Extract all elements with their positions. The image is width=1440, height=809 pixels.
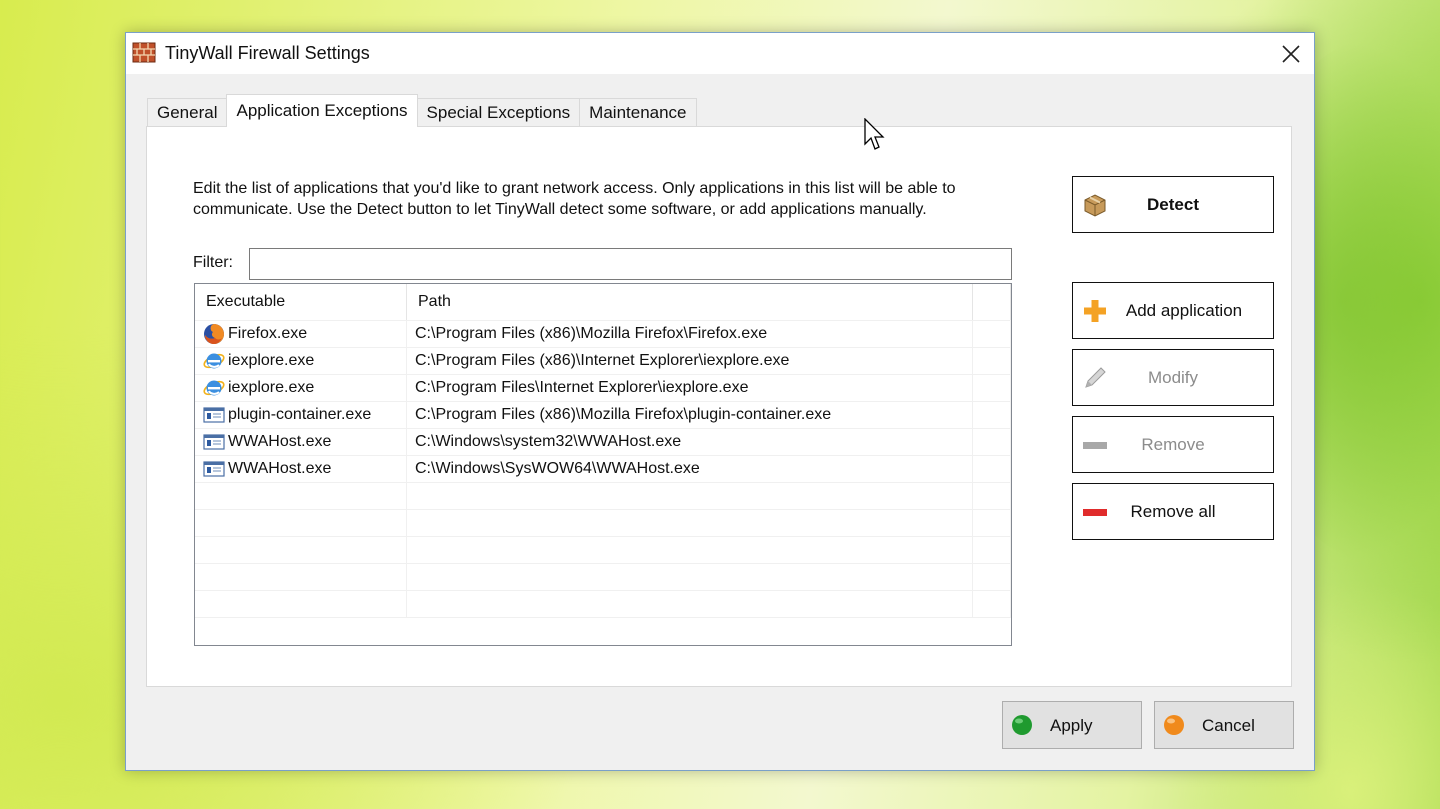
tab-special-exceptions[interactable]: Special Exceptions xyxy=(416,98,581,127)
mouse-cursor-icon xyxy=(864,118,885,150)
brick-wall-icon xyxy=(132,42,156,63)
filter-input[interactable] xyxy=(249,248,1012,280)
executable-name: WWAHost.exe xyxy=(228,460,332,477)
path-cell: C:\Program Files\Internet Explorer\iexpl… xyxy=(407,375,973,401)
description-text: Edit the list of applications that you'd… xyxy=(193,180,956,218)
list-header: Executable Path xyxy=(195,284,1011,321)
tab-application-exceptions[interactable]: Application Exceptions xyxy=(226,94,418,127)
application-icon xyxy=(203,461,225,477)
tab-panel: Edit the list of applications that you'd… xyxy=(146,126,1292,687)
tab-general[interactable]: General xyxy=(147,98,228,127)
executable-name: iexplore.exe xyxy=(228,379,315,396)
pencil-icon xyxy=(1085,367,1106,388)
empty-row xyxy=(195,591,1011,618)
internet-explorer-icon xyxy=(203,380,225,396)
column-header-executable[interactable]: Executable xyxy=(195,284,407,320)
window-title: TinyWall Firewall Settings xyxy=(165,43,370,63)
orange-circle-icon xyxy=(1164,715,1184,735)
plus-icon xyxy=(1084,300,1106,322)
table-row[interactable]: plugin-container.exe C:\Program Files (x… xyxy=(195,402,1011,429)
red-minus-icon xyxy=(1083,509,1107,516)
executable-name: Firefox.exe xyxy=(228,325,308,342)
table-row[interactable]: WWAHost.exe C:\Windows\SysWOW64\WWAHost.… xyxy=(195,456,1011,483)
settings-window: TinyWall Firewall Settings General Appli… xyxy=(125,32,1315,771)
tab-strip: General Application Exceptions Special E… xyxy=(147,94,697,127)
table-row[interactable]: Firefox.exe C:\Program Files (x86)\Mozil… xyxy=(195,321,1011,348)
minus-icon xyxy=(1083,442,1107,449)
green-circle-icon xyxy=(1012,715,1032,735)
path-cell: C:\Program Files (x86)\Mozilla Firefox\p… xyxy=(407,402,973,428)
path-cell: C:\Windows\SysWOW64\WWAHost.exe xyxy=(407,456,973,482)
applications-list[interactable]: Executable Path Firefox.exe C:\Program F… xyxy=(194,283,1012,646)
table-row[interactable]: iexplore.exe C:\Program Files\Internet E… xyxy=(195,375,1011,402)
close-button[interactable] xyxy=(1268,33,1314,74)
executable-name: iexplore.exe xyxy=(228,352,315,369)
tab-maintenance[interactable]: Maintenance xyxy=(579,98,697,127)
application-icon xyxy=(203,407,225,423)
cancel-label: Cancel xyxy=(1202,716,1255,735)
title-bar: TinyWall Firewall Settings xyxy=(126,33,1314,74)
internet-explorer-icon xyxy=(203,353,225,369)
cancel-button[interactable]: Cancel xyxy=(1154,701,1294,749)
modify-button[interactable]: Modify xyxy=(1072,349,1274,406)
empty-row xyxy=(195,537,1011,564)
executable-name: plugin-container.exe xyxy=(228,406,372,423)
box-icon xyxy=(1084,194,1106,217)
executable-name: WWAHost.exe xyxy=(228,433,332,450)
empty-row xyxy=(195,510,1011,537)
table-row[interactable]: WWAHost.exe C:\Windows\system32\WWAHost.… xyxy=(195,429,1011,456)
application-icon xyxy=(203,434,225,450)
path-cell: C:\Program Files (x86)\Internet Explorer… xyxy=(407,348,973,374)
empty-row xyxy=(195,564,1011,591)
column-header-empty xyxy=(973,284,1011,320)
empty-row xyxy=(195,483,1011,510)
apply-label: Apply xyxy=(1050,716,1093,735)
apply-button[interactable]: Apply xyxy=(1002,701,1142,749)
firefox-icon xyxy=(204,324,224,344)
table-row[interactable]: iexplore.exe C:\Program Files (x86)\Inte… xyxy=(195,348,1011,375)
detect-button[interactable]: Detect xyxy=(1072,176,1274,233)
add-application-button[interactable]: Add application xyxy=(1072,282,1274,339)
close-icon xyxy=(1282,44,1300,63)
path-cell: C:\Program Files (x86)\Mozilla Firefox\F… xyxy=(407,321,973,347)
remove-button[interactable]: Remove xyxy=(1072,416,1274,473)
remove-all-button[interactable]: Remove all xyxy=(1072,483,1274,540)
path-cell: C:\Windows\system32\WWAHost.exe xyxy=(407,429,973,455)
filter-label: Filter: xyxy=(193,254,233,271)
column-header-path[interactable]: Path xyxy=(407,284,973,320)
